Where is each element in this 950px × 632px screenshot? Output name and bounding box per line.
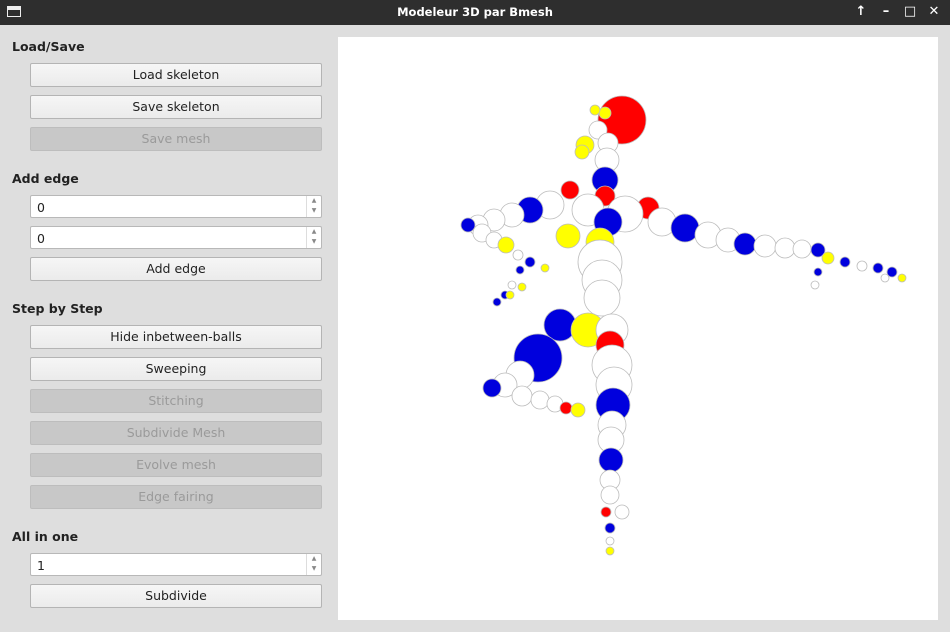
save-mesh-button[interactable]: Save mesh <box>30 127 322 151</box>
subdivision-level-spinbox[interactable]: 1 ▲ ▼ <box>30 553 322 576</box>
control-panel: Load/Save Load skeleton Save skeleton Sa… <box>0 25 336 632</box>
arrow-up-icon[interactable]: ↑ <box>852 3 870 21</box>
subdivide-button[interactable]: Subdivide <box>30 584 322 608</box>
subdivide-mesh-button[interactable]: Subdivide Mesh <box>30 421 322 445</box>
add-edge-button[interactable]: Add edge <box>30 257 322 281</box>
load-skeleton-button[interactable]: Load skeleton <box>30 63 322 87</box>
minimize-icon[interactable]: – <box>877 3 895 21</box>
maximize-icon[interactable]: □ <box>901 3 919 21</box>
section-step-by-step: Step by Step <box>12 301 103 316</box>
section-add-edge: Add edge <box>12 171 79 186</box>
edge-to-spinbox[interactable]: 0 ▲ ▼ <box>30 226 322 249</box>
evolve-mesh-button[interactable]: Evolve mesh <box>30 453 322 477</box>
subdivision-level-value: 1 <box>37 558 45 573</box>
edge-fairing-button[interactable]: Edge fairing <box>30 485 322 509</box>
spin-arrows-icon[interactable]: ▲ ▼ <box>306 196 321 217</box>
edge-to-value: 0 <box>37 231 45 246</box>
sweeping-button[interactable]: Sweeping <box>30 357 322 381</box>
3d-viewport[interactable] <box>338 37 938 620</box>
stitching-button[interactable]: Stitching <box>30 389 322 413</box>
close-icon[interactable]: ✕ <box>925 3 943 21</box>
spin-arrows-icon[interactable]: ▲ ▼ <box>306 227 321 248</box>
section-all-in-one: All in one <box>12 529 79 544</box>
skeleton-model <box>460 95 907 556</box>
save-skeleton-button[interactable]: Save skeleton <box>30 95 322 119</box>
edge-from-value: 0 <box>37 200 45 215</box>
edge-from-spinbox[interactable]: 0 ▲ ▼ <box>30 195 322 218</box>
hide-inbetween-balls-button[interactable]: Hide inbetween-balls <box>30 325 322 349</box>
section-load-save: Load/Save <box>12 39 85 54</box>
spin-arrows-icon[interactable]: ▲ ▼ <box>306 554 321 575</box>
title-bar: Modeleur 3D par Bmesh ↑ – □ ✕ <box>0 0 950 25</box>
window-title: Modeleur 3D par Bmesh <box>397 5 553 19</box>
